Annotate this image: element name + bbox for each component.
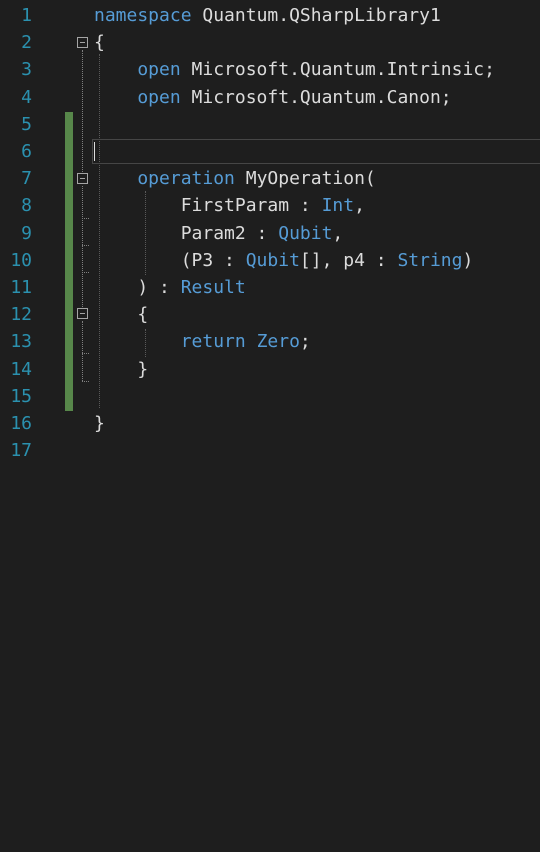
code-text: {	[94, 304, 149, 326]
code-text: FirstParam :	[94, 195, 322, 217]
line-number: 17	[10, 440, 32, 462]
code-keyword: String	[397, 249, 463, 271]
line-number: 16	[10, 413, 32, 434]
code-text: MyOperation(	[234, 168, 376, 190]
collapse-icon[interactable]	[77, 37, 88, 48]
code-keyword: return	[94, 331, 246, 353]
code-line[interactable]: }	[94, 356, 148, 383]
code-text: )	[462, 249, 474, 271]
code-text: ,	[354, 195, 365, 217]
line-number: 1	[21, 5, 32, 26]
line-number: 15	[10, 385, 32, 407]
line-number: 4	[21, 86, 32, 108]
code-text: Microsoft.Quantum.Intrinsic;	[180, 59, 495, 81]
code-keyword: Qubit	[245, 249, 300, 271]
code-text: Param2 :	[94, 222, 279, 244]
code-text: }	[94, 358, 149, 380]
line-number: 7	[21, 168, 32, 190]
code-text: ) :	[94, 277, 181, 298]
code-editor[interactable]: 1 2 3 4 5 6 7 8 9 10 11 12 13 14 15 16 17 namespace Quan…	[0, 0, 540, 852]
code-text: Microsoft.Quantum.Canon;	[180, 86, 452, 108]
code-text: ,	[332, 222, 344, 244]
code-line[interactable]: ) : Result	[94, 274, 246, 301]
code-keyword: Qubit	[278, 222, 333, 244]
fold-guide-end	[82, 353, 89, 354]
code-line[interactable]: namespace Quantum.QSharpLibrary1	[94, 2, 441, 29]
code-keyword: Zero	[256, 331, 300, 353]
code-keyword: open	[94, 59, 181, 81]
code-text: Quantum.QSharpLibrary1	[191, 5, 441, 26]
code-line[interactable]: FirstParam : Int,	[94, 192, 365, 219]
line-number: 11	[10, 277, 32, 298]
collapse-icon[interactable]	[77, 308, 88, 319]
code-line[interactable]: operation MyOperation(	[94, 165, 376, 192]
code-keyword: Result	[180, 277, 246, 298]
line-number: 10	[10, 249, 32, 271]
line-number: 6	[21, 141, 32, 162]
line-number: 9	[21, 222, 32, 244]
fold-guide-end	[82, 245, 89, 246]
fold-guide	[82, 186, 83, 307]
code-text: [], p4 :	[299, 249, 398, 271]
code-text: {	[94, 32, 105, 54]
code-line[interactable]: {	[94, 301, 148, 328]
fold-guide-end	[82, 272, 89, 273]
change-indicator-bar	[65, 112, 73, 411]
line-number: 2	[21, 32, 32, 54]
code-keyword: namespace	[94, 5, 192, 26]
collapse-icon[interactable]	[77, 173, 88, 184]
line-number: 14	[10, 358, 32, 380]
code-line[interactable]: open Microsoft.Quantum.Intrinsic;	[94, 56, 495, 83]
fold-guide	[82, 50, 83, 172]
line-number: 5	[21, 113, 32, 135]
code-text: ;	[299, 331, 311, 353]
code-keyword: operation	[94, 168, 235, 190]
code-line[interactable]: open Microsoft.Quantum.Canon;	[94, 84, 452, 111]
code-keyword: Int	[321, 195, 355, 217]
code-line[interactable]: Param2 : Qubit,	[94, 220, 344, 247]
code-keyword: open	[94, 86, 181, 108]
code-text: (P3 :	[94, 249, 246, 271]
line-number: 8	[21, 195, 32, 217]
code-line[interactable]: return Zero;	[94, 328, 311, 355]
fold-guide	[82, 321, 83, 381]
fold-guide-end	[82, 218, 89, 219]
text-caret	[94, 142, 95, 161]
code-line[interactable]: (P3 : Qubit[], p4 : String)	[94, 247, 474, 274]
line-number: 3	[21, 59, 32, 81]
code-line[interactable]: }	[94, 410, 105, 437]
line-number: 12	[10, 304, 32, 326]
code-line[interactable]: {	[94, 29, 105, 56]
line-number: 13	[10, 331, 32, 353]
fold-guide-end	[82, 381, 89, 382]
code-text: }	[94, 413, 105, 434]
current-line-highlight	[92, 139, 540, 164]
